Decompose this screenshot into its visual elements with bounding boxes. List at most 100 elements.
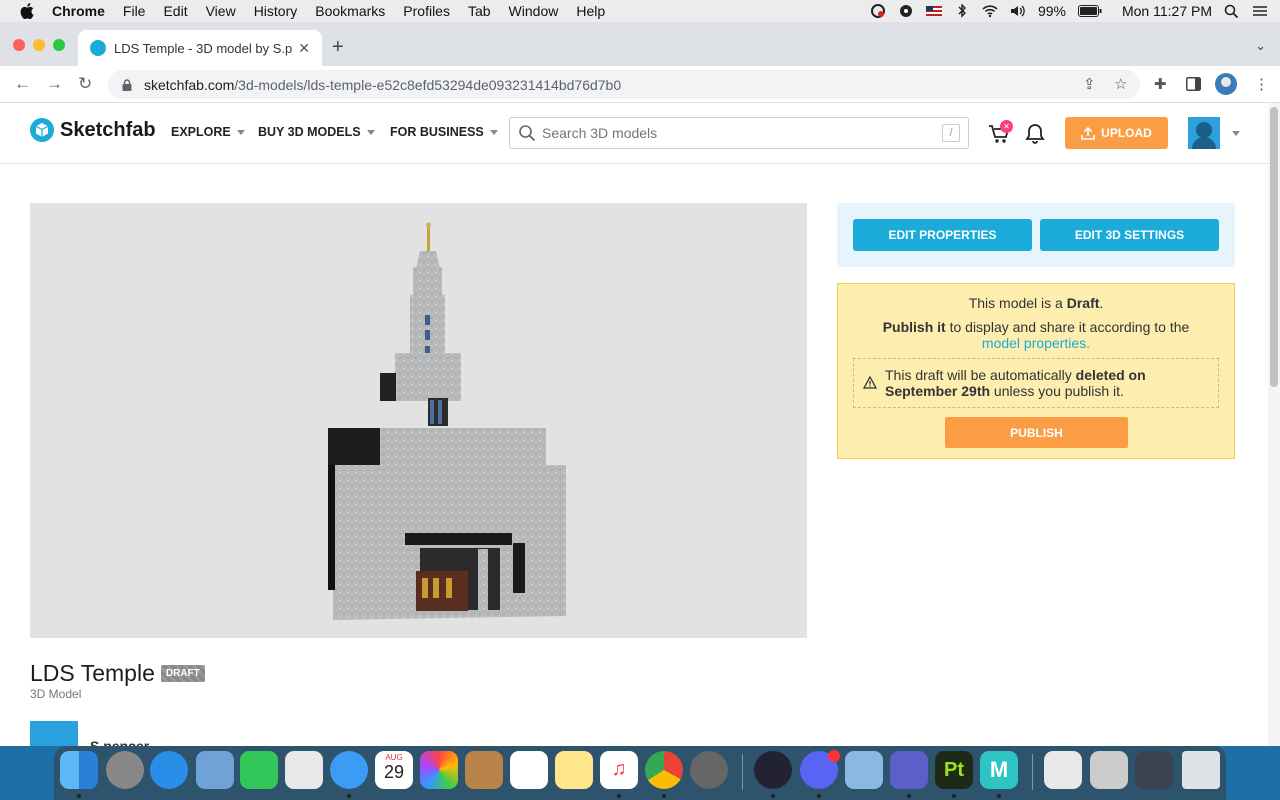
preview-icon[interactable] [196, 751, 234, 789]
substance-painter-icon[interactable]: Pt [935, 751, 973, 789]
menu-clock[interactable]: Mon 11:27 PM [1122, 3, 1212, 19]
nav-for-business[interactable]: FOR BUSINESS [390, 125, 498, 139]
back-arrow-icon[interactable]: ← [14, 74, 31, 94]
browser-menu-icon[interactable]: ⋮ [1254, 75, 1269, 93]
facetime-icon[interactable] [240, 751, 278, 789]
model-properties-link[interactable]: model properties. [982, 335, 1090, 351]
creative-cloud-icon[interactable] [870, 4, 886, 18]
extensions-puzzle-icon[interactable]: ✚ [1154, 75, 1167, 93]
side-panel-icon[interactable] [1186, 77, 1201, 91]
page-scrollbar[interactable] [1268, 103, 1280, 746]
menu-history[interactable]: History [254, 3, 298, 19]
gitkraken-icon[interactable] [754, 751, 792, 789]
contacts-icon[interactable] [465, 751, 503, 789]
calendar-icon[interactable]: AUG 29 [375, 751, 413, 789]
apple-icon[interactable] [20, 3, 34, 19]
record-icon[interactable] [898, 4, 914, 18]
chrome-icon[interactable] [645, 751, 683, 789]
nav-buy-3d-models[interactable]: BUY 3D MODELS [258, 125, 375, 139]
flag-icon[interactable] [925, 4, 942, 18]
finder-icon[interactable] [60, 751, 98, 789]
running-indicator [907, 794, 911, 798]
bookmark-star-icon[interactable]: ☆ [1114, 75, 1127, 93]
caret-down-icon [489, 129, 498, 135]
menu-app-name[interactable]: Chrome [52, 3, 105, 19]
upload-label: UPLOAD [1101, 126, 1152, 140]
tab-close-icon[interactable]: ✕ [298, 40, 310, 57]
nav-buy-label: BUY 3D MODELS [258, 125, 361, 139]
recent-screenshot-icon[interactable] [1044, 751, 1082, 789]
safari-icon[interactable] [150, 751, 188, 789]
calendar-month: AUG [385, 753, 403, 762]
window-zoom-button[interactable] [53, 39, 65, 51]
draft-status-pre: This model is a [968, 295, 1067, 311]
profile-avatar[interactable] [1215, 73, 1237, 95]
logo-text: Sketchfab [60, 118, 156, 141]
edit-3d-settings-button[interactable]: EDIT 3D SETTINGS [1040, 219, 1219, 251]
author-name[interactable]: S.pencer [90, 738, 149, 746]
trash-icon[interactable] [1182, 751, 1220, 789]
user-avatar[interactable] [1188, 117, 1220, 149]
tab-search-chevron-icon[interactable]: ⌄ [1255, 38, 1266, 54]
maya-lt-icon[interactable]: M [980, 751, 1018, 789]
menu-edit[interactable]: Edit [163, 3, 187, 19]
publish-button[interactable]: PUBLISH [945, 417, 1128, 448]
search-input[interactable] [542, 125, 922, 141]
volume-icon[interactable] [1010, 4, 1026, 18]
nav-explore[interactable]: EXPLORE [171, 125, 245, 139]
browser-tab-bar: LDS Temple - 3D model by S.p ✕ + ⌄ [0, 22, 1280, 66]
address-bar[interactable]: sketchfab.com/3d-models/lds-temple-e52c8… [108, 70, 1140, 99]
music-icon[interactable]: ♫ [600, 751, 638, 789]
notes-icon[interactable] [555, 751, 593, 789]
maps-icon[interactable] [285, 751, 323, 789]
menu-tab[interactable]: Tab [468, 3, 491, 19]
sketchfab-favicon-icon [90, 40, 106, 56]
deletion-warning-text: This draft will be automatically deleted… [885, 367, 1215, 399]
menu-help[interactable]: Help [576, 3, 605, 19]
window-minimize-button[interactable] [33, 39, 45, 51]
photos-icon[interactable] [420, 751, 458, 789]
wifi-icon[interactable] [982, 4, 998, 18]
model-viewer[interactable] [30, 203, 807, 638]
bluetooth-icon[interactable] [954, 4, 970, 18]
recent-document-icon[interactable] [1090, 751, 1128, 789]
downloads-stack-icon[interactable] [1135, 751, 1173, 789]
upload-button[interactable]: UPLOAD [1065, 117, 1168, 149]
teams-icon[interactable] [890, 751, 928, 789]
publish-info-text: Publish it to display and share it accor… [838, 319, 1234, 351]
search-box[interactable]: / [509, 117, 969, 149]
menu-window[interactable]: Window [509, 3, 559, 19]
site-header: Sketchfab EXPLORE BUY 3D MODELS FOR BUSI… [0, 103, 1268, 164]
image-viewer-icon[interactable] [845, 751, 883, 789]
spotlight-search-icon[interactable] [1224, 4, 1240, 18]
warning-triangle-icon [863, 376, 877, 389]
menu-file[interactable]: File [123, 3, 146, 19]
temple-model-render [328, 222, 566, 620]
system-preferences-icon[interactable] [690, 751, 728, 789]
messages-icon[interactable] [330, 751, 368, 789]
lock-icon[interactable] [122, 78, 132, 91]
menu-bookmarks[interactable]: Bookmarks [315, 3, 385, 19]
edit-panel: EDIT PROPERTIES EDIT 3D SETTINGS [837, 203, 1235, 267]
reload-icon[interactable]: ↻ [78, 74, 92, 94]
notifications-bell-icon[interactable] [1025, 123, 1045, 145]
launchpad-icon[interactable] [106, 751, 144, 789]
reminders-icon[interactable] [510, 751, 548, 789]
scrollbar-thumb[interactable] [1270, 107, 1278, 387]
share-icon[interactable]: ⇪ [1083, 75, 1096, 93]
forward-arrow-icon[interactable]: → [46, 74, 63, 94]
battery-icon[interactable] [1077, 5, 1102, 17]
control-center-icon[interactable] [1252, 4, 1268, 18]
window-close-button[interactable] [13, 39, 25, 51]
search-shortcut-hint: / [942, 124, 960, 142]
menu-view[interactable]: View [206, 3, 236, 19]
nav-explore-label: EXPLORE [171, 125, 231, 139]
sketchfab-logo[interactable]: Sketchfab [30, 118, 156, 142]
browser-tab-active[interactable]: LDS Temple - 3D model by S.p ✕ [78, 30, 322, 66]
edit-properties-button[interactable]: EDIT PROPERTIES [853, 219, 1032, 251]
menu-profiles[interactable]: Profiles [403, 3, 450, 19]
model-title-text: LDS Temple [30, 660, 155, 686]
new-tab-icon[interactable]: + [332, 36, 344, 59]
author-avatar[interactable] [30, 721, 78, 746]
account-menu-caret-icon[interactable] [1232, 131, 1240, 136]
